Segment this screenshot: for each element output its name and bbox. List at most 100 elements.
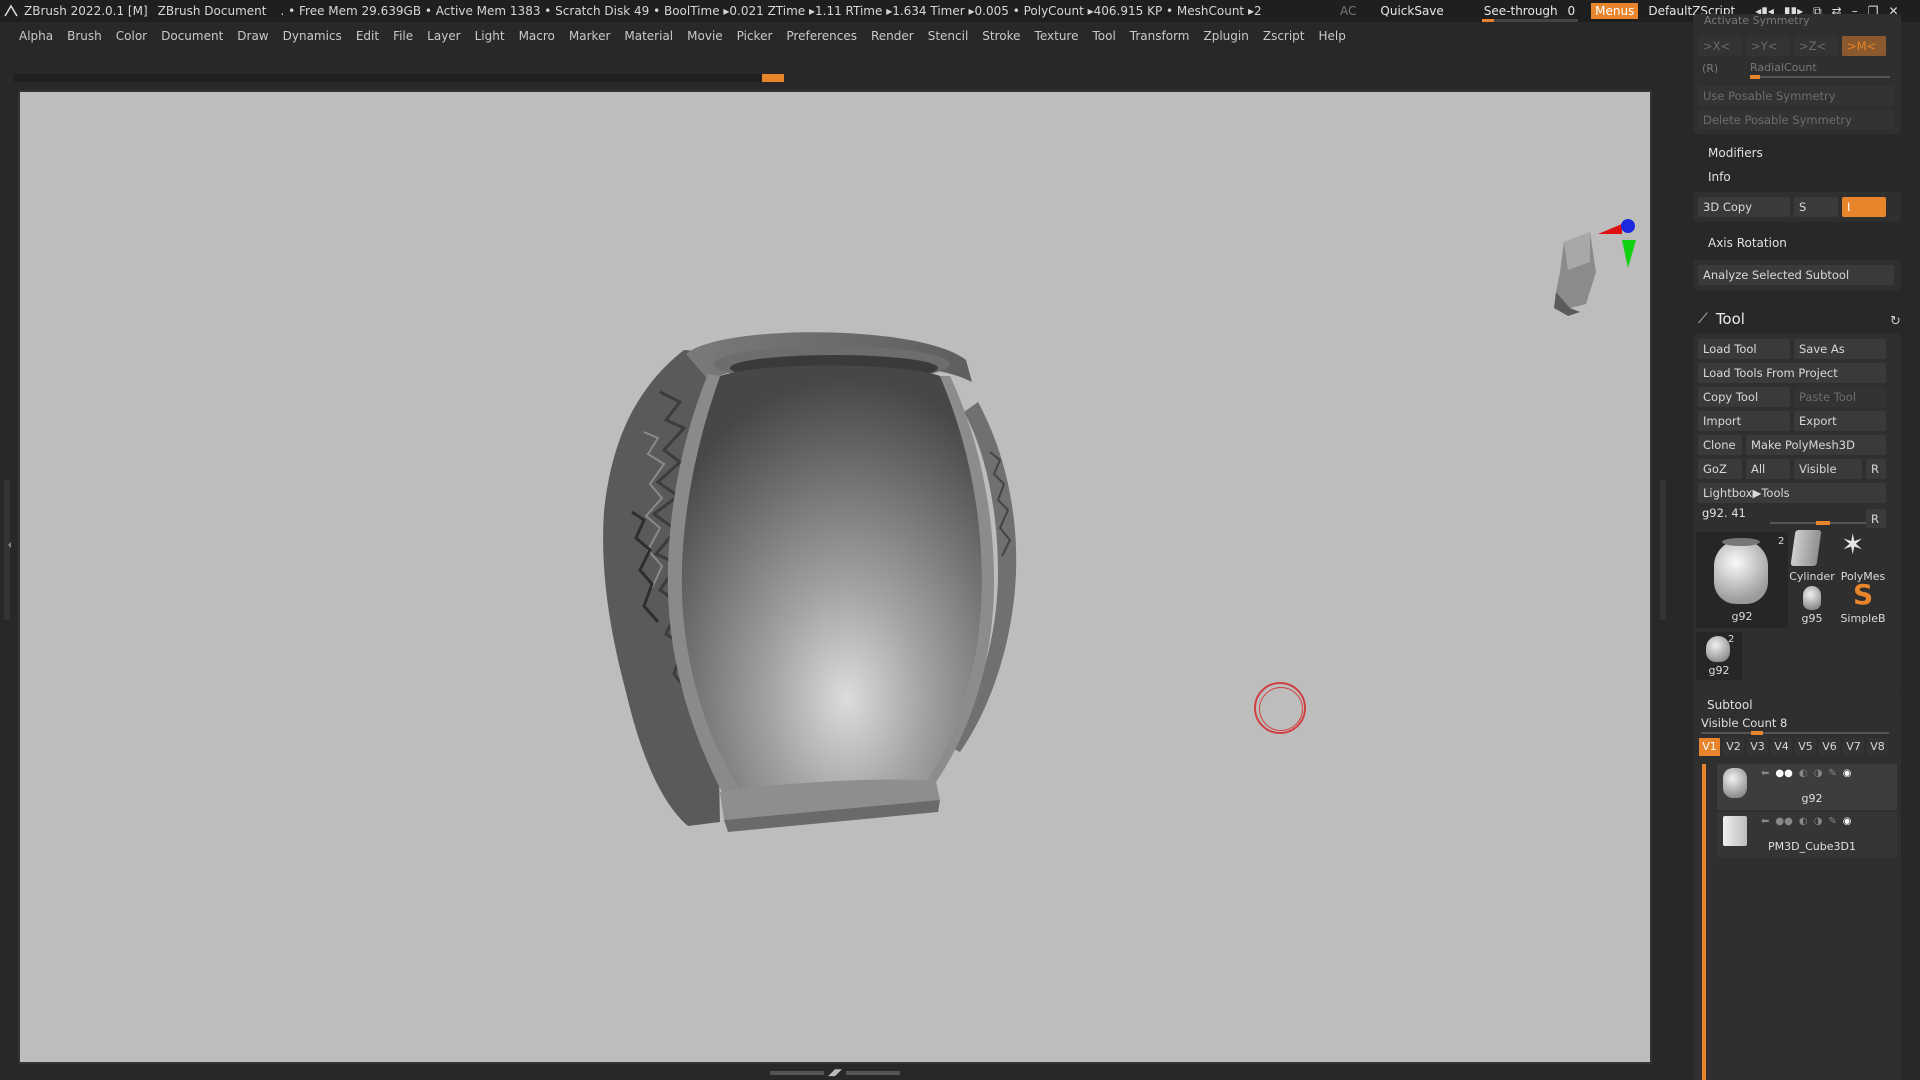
polygroup-toggle-icon[interactable]: ●● xyxy=(1775,816,1792,827)
tool-pin-icon[interactable]: ⟋ xyxy=(1698,311,1708,327)
vset-v7[interactable]: V7 xyxy=(1843,738,1864,756)
info-header[interactable]: Info xyxy=(1708,170,1731,184)
export-button[interactable]: Export xyxy=(1794,411,1886,431)
brush-icon[interactable]: ✎ xyxy=(1828,768,1836,779)
use-posable-symmetry-button[interactable]: Use Posable Symmetry xyxy=(1698,86,1894,106)
lightbox-tools-button[interactable]: Lightbox▶Tools xyxy=(1698,483,1886,503)
vset-v2[interactable]: V2 xyxy=(1723,738,1744,756)
menu-file[interactable]: File xyxy=(386,29,420,43)
clone-button[interactable]: Clone xyxy=(1698,435,1742,455)
menu-transform[interactable]: Transform xyxy=(1123,29,1197,43)
import-button[interactable]: Import xyxy=(1698,411,1790,431)
current-tool-label[interactable]: g92. 41 xyxy=(1702,506,1746,520)
dynamic-icon[interactable]: ◐ xyxy=(1799,768,1808,779)
arrow-icon[interactable]: ⬅ xyxy=(1761,768,1769,779)
dynamic-icon[interactable]: ◐ xyxy=(1799,816,1808,827)
visible-count-label[interactable]: Visible Count 8 xyxy=(1701,716,1787,730)
delete-posable-symmetry-button[interactable]: Delete Posable Symmetry xyxy=(1698,110,1894,130)
load-tool-button[interactable]: Load Tool xyxy=(1698,339,1790,359)
menu-dynamics[interactable]: Dynamics xyxy=(276,29,349,43)
refresh-icon[interactable]: ↻ xyxy=(1890,314,1901,329)
subtool-row-g92[interactable]: ⬅ ●● ◐ ◑ ✎ ◉ g92 xyxy=(1717,764,1897,810)
vset-v3[interactable]: V3 xyxy=(1747,738,1768,756)
menu-movie[interactable]: Movie xyxy=(680,29,730,43)
menu-document[interactable]: Document xyxy=(154,29,230,43)
subtool-row-cube[interactable]: ⬅ ●● ◐ ◑ ✎ ◉ PM3D_Cube3D1 xyxy=(1717,812,1897,858)
radial-count-label[interactable]: RadialCount xyxy=(1750,61,1817,74)
activate-symmetry-label[interactable]: Activate Symmetry xyxy=(1704,14,1810,27)
current-tool-slider[interactable] xyxy=(1770,521,1866,525)
copy3d-button[interactable]: 3D Copy xyxy=(1698,197,1790,217)
document-canvas[interactable] xyxy=(18,90,1652,1064)
symmetry-m-button[interactable]: >M< xyxy=(1842,36,1886,56)
menu-stencil[interactable]: Stencil xyxy=(921,29,976,43)
vset-v5[interactable]: V5 xyxy=(1795,738,1816,756)
symmetry-x-button[interactable]: >X< xyxy=(1698,36,1742,56)
bottom-tray-handle[interactable]: ◢◤ xyxy=(770,1068,900,1078)
menu-macro[interactable]: Macro xyxy=(512,29,562,43)
menu-edit[interactable]: Edit xyxy=(349,29,386,43)
copy3d-s-button[interactable]: S xyxy=(1794,197,1838,217)
right-tray-handle[interactable] xyxy=(1660,480,1666,620)
current-tool-r-button[interactable]: R xyxy=(1866,509,1886,529)
timeline-knob[interactable] xyxy=(762,74,784,82)
menu-draw[interactable]: Draw xyxy=(230,29,275,43)
boolean-icon[interactable]: ◑ xyxy=(1814,768,1823,779)
quicksave-button[interactable]: QuickSave xyxy=(1380,4,1443,18)
save-as-button[interactable]: Save As xyxy=(1794,339,1886,359)
vset-v1[interactable]: V1 xyxy=(1699,738,1720,756)
polygroup-toggle-icon[interactable]: ●● xyxy=(1775,768,1792,779)
left-tray-handle[interactable] xyxy=(4,480,11,620)
menu-layer[interactable]: Layer xyxy=(420,29,467,43)
menu-render[interactable]: Render xyxy=(864,29,921,43)
vset-v4[interactable]: V4 xyxy=(1771,738,1792,756)
visible-count-slider[interactable] xyxy=(1701,731,1889,735)
menu-texture[interactable]: Texture xyxy=(1028,29,1086,43)
menu-brush[interactable]: Brush xyxy=(60,29,109,43)
boolean-icon[interactable]: ◑ xyxy=(1814,816,1823,827)
load-tools-from-project-button[interactable]: Load Tools From Project xyxy=(1698,363,1886,383)
radial-count-slider[interactable] xyxy=(1750,75,1890,79)
menu-picker[interactable]: Picker xyxy=(730,29,780,43)
tool-palette-header[interactable]: ⟋ Tool xyxy=(1698,310,1745,328)
goz-all-button[interactable]: All xyxy=(1746,459,1790,479)
tool-thumb-simpleb[interactable]: S SimpleB xyxy=(1833,578,1893,628)
axis-rotation-header[interactable]: Axis Rotation xyxy=(1708,236,1787,250)
menu-material[interactable]: Material xyxy=(617,29,680,43)
make-polymesh3d-button[interactable]: Make PolyMesh3D xyxy=(1746,435,1886,455)
menus-toggle[interactable]: Menus xyxy=(1591,3,1639,19)
menu-zscript[interactable]: Zscript xyxy=(1256,29,1312,43)
timeline-track[interactable] xyxy=(14,74,784,82)
subtool-header[interactable]: Subtool xyxy=(1707,698,1753,712)
radial-r-toggle[interactable]: (R) xyxy=(1702,62,1718,75)
menu-marker[interactable]: Marker xyxy=(562,29,617,43)
goz-visible-button[interactable]: Visible xyxy=(1794,459,1862,479)
vset-v8[interactable]: V8 xyxy=(1867,738,1888,756)
symmetry-z-button[interactable]: >Z< xyxy=(1794,36,1838,56)
brush-icon[interactable]: ✎ xyxy=(1828,816,1836,827)
navigation-gizmo[interactable] xyxy=(1520,212,1650,352)
visibility-eye-icon[interactable]: ◉ xyxy=(1843,768,1852,779)
subtool-scroll-rail[interactable] xyxy=(1702,764,1706,1080)
goz-button[interactable]: GoZ xyxy=(1698,459,1742,479)
tool-thumb-g92-small[interactable]: 2 g92 xyxy=(1696,632,1742,680)
menu-stroke[interactable]: Stroke xyxy=(975,29,1027,43)
seethrough-slider[interactable]: See-through 0 xyxy=(1478,4,1581,22)
menu-zplugin[interactable]: Zplugin xyxy=(1197,29,1256,43)
menu-color[interactable]: Color xyxy=(109,29,154,43)
menu-alpha[interactable]: Alpha xyxy=(12,29,60,43)
visibility-eye-icon[interactable]: ◉ xyxy=(1843,816,1852,827)
menu-preferences[interactable]: Preferences xyxy=(779,29,864,43)
arrow-icon[interactable]: ⬅ xyxy=(1761,816,1769,827)
copy-tool-button[interactable]: Copy Tool xyxy=(1698,387,1790,407)
ac-toggle[interactable]: AC xyxy=(1340,4,1356,18)
analyze-subtool-button[interactable]: Analyze Selected Subtool xyxy=(1698,265,1894,285)
menu-help[interactable]: Help xyxy=(1312,29,1353,43)
goz-r-button[interactable]: R xyxy=(1866,459,1886,479)
paste-tool-button[interactable]: Paste Tool xyxy=(1794,387,1886,407)
menu-light[interactable]: Light xyxy=(468,29,512,43)
symmetry-y-button[interactable]: >Y< xyxy=(1746,36,1790,56)
menu-tool[interactable]: Tool xyxy=(1085,29,1122,43)
copy3d-i-field[interactable]: I xyxy=(1842,197,1886,217)
tool-thumb-g95[interactable]: g95 xyxy=(1789,584,1835,628)
